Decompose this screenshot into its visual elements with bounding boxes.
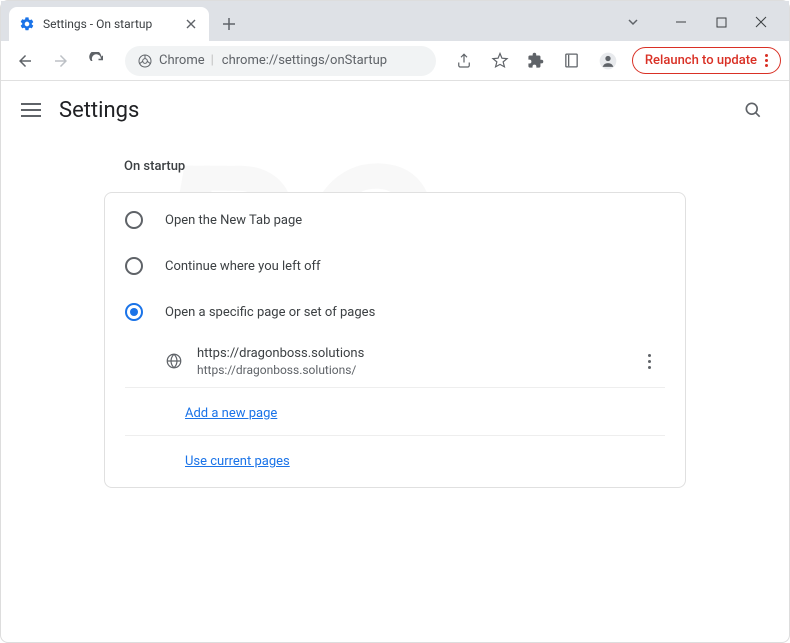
tab-title: Settings - On startup xyxy=(43,17,175,31)
main-content: On startup Open the New Tab page Continu… xyxy=(1,139,789,500)
close-icon[interactable] xyxy=(183,16,199,32)
radio-icon xyxy=(125,303,143,321)
chrome-icon xyxy=(137,53,153,69)
window-controls xyxy=(613,7,781,37)
titlebar: Settings - On startup xyxy=(1,1,789,41)
settings-card: Open the New Tab page Continue where you… xyxy=(104,192,686,488)
radio-label: Open a specific page or set of pages xyxy=(165,305,375,320)
profile-button[interactable] xyxy=(592,45,624,77)
new-tab-button[interactable] xyxy=(215,10,243,38)
tabs-area: Settings - On startup xyxy=(9,1,613,41)
url-text: chrome://settings/onStartup xyxy=(222,53,387,68)
add-page-link[interactable]: Add a new page xyxy=(185,406,277,421)
bookmark-button[interactable] xyxy=(484,45,516,77)
page-title-text: https://dragonboss.solutions xyxy=(197,346,619,361)
menu-button[interactable] xyxy=(21,100,41,120)
tab-search-button[interactable] xyxy=(613,7,653,37)
reload-button[interactable] xyxy=(81,45,113,77)
radio-specific-pages[interactable]: Open a specific page or set of pages xyxy=(105,289,685,335)
relaunch-label: Relaunch to update xyxy=(645,53,757,68)
use-current-link[interactable]: Use current pages xyxy=(185,454,290,469)
on-startup-section: On startup Open the New Tab page Continu… xyxy=(104,151,686,488)
minimize-button[interactable] xyxy=(661,7,701,37)
reading-list-button[interactable] xyxy=(556,45,588,77)
page-url-text: https://dragonboss.solutions/ xyxy=(197,363,619,377)
radio-label: Continue where you left off xyxy=(165,259,321,274)
globe-icon xyxy=(165,352,183,370)
startup-page-row: https://dragonboss.solutions https://dra… xyxy=(125,335,665,388)
relaunch-button[interactable]: Relaunch to update xyxy=(632,47,781,74)
maximize-button[interactable] xyxy=(701,7,741,37)
browser-tab[interactable]: Settings - On startup xyxy=(9,7,209,41)
search-settings-button[interactable] xyxy=(737,94,769,126)
vertical-dots-icon xyxy=(648,354,651,369)
radio-continue[interactable]: Continue where you left off xyxy=(105,243,685,289)
page-more-button[interactable] xyxy=(633,345,665,377)
settings-gear-icon xyxy=(19,16,35,32)
menu-dots-icon xyxy=(765,54,768,67)
close-window-button[interactable] xyxy=(741,7,781,37)
address-bar[interactable]: Chrome | chrome://settings/onStartup xyxy=(125,46,436,76)
browser-toolbar: Chrome | chrome://settings/onStartup Re xyxy=(1,41,789,81)
origin-label: Chrome xyxy=(159,53,205,68)
share-button[interactable] xyxy=(448,45,480,77)
site-info-chip[interactable]: Chrome | xyxy=(137,53,214,69)
section-heading: On startup xyxy=(104,151,686,192)
page-title: Settings xyxy=(59,98,737,123)
radio-open-new-tab[interactable]: Open the New Tab page xyxy=(105,197,685,243)
back-button[interactable] xyxy=(9,45,41,77)
forward-button[interactable] xyxy=(45,45,77,77)
radio-icon xyxy=(125,211,143,229)
radio-icon xyxy=(125,257,143,275)
settings-header: Settings xyxy=(1,81,789,139)
radio-label: Open the New Tab page xyxy=(165,213,302,228)
extensions-button[interactable] xyxy=(520,45,552,77)
